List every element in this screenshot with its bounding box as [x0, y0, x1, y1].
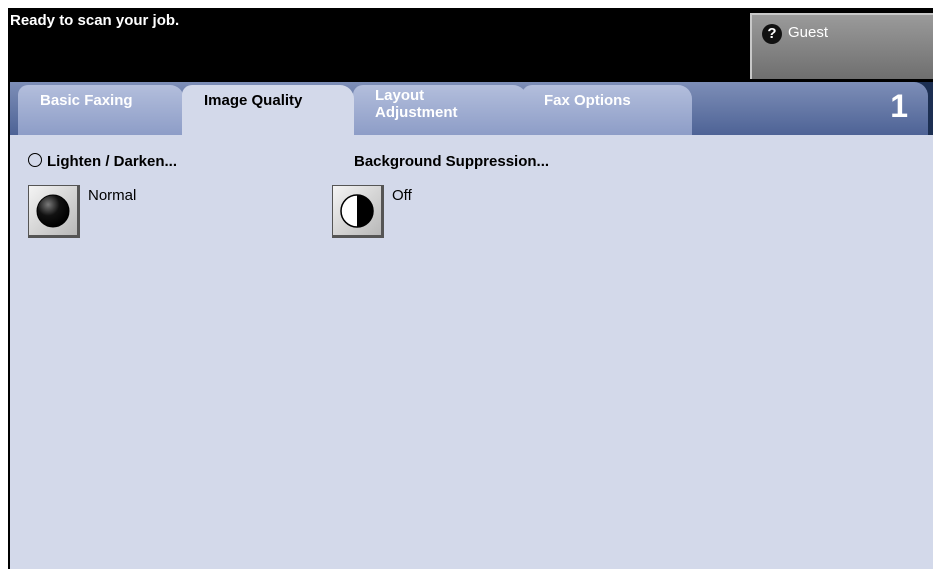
- guest-label: Guest: [788, 24, 829, 41]
- lighten-darken-value: Normal: [88, 187, 137, 204]
- background-suppression-button[interactable]: [332, 185, 384, 238]
- tab-label: Image Quality: [204, 92, 303, 109]
- page-number: 1: [890, 88, 908, 124]
- device-screen: Ready to scan your job. ? Guest Basic Fa…: [8, 8, 933, 569]
- tab-label: Layout Adjustment: [375, 87, 458, 121]
- lighten-darken-button[interactable]: [28, 185, 80, 238]
- tab-fax-options[interactable]: Fax Options: [522, 85, 692, 135]
- tab-image-quality[interactable]: Image Quality: [182, 85, 354, 135]
- tab-strip: Basic Faxing Fax Options Layout Adjustme…: [10, 82, 928, 135]
- background-suppression-title[interactable]: Background Suppression...: [354, 153, 549, 170]
- lighten-darken-icon: [36, 194, 70, 228]
- lighten-darken-title[interactable]: Lighten / Darken...: [28, 153, 177, 170]
- background-suppression-value: Off: [392, 187, 412, 204]
- help-icon: ?: [762, 24, 782, 44]
- tab-bar: Basic Faxing Fax Options Layout Adjustme…: [10, 82, 933, 135]
- tab-label: Basic Faxing: [40, 92, 133, 109]
- lighten-darken-label: Lighten / Darken...: [47, 153, 178, 170]
- status-message: Ready to scan your job.: [10, 12, 180, 29]
- radio-icon: [28, 153, 42, 167]
- tab-layout-adjustment[interactable]: Layout Adjustment: [353, 85, 527, 135]
- tab-basic-faxing[interactable]: Basic Faxing: [18, 85, 184, 135]
- image-quality-panel: Lighten / Darken... Normal Background Su…: [10, 135, 933, 569]
- tab-label: Fax Options: [544, 92, 631, 109]
- guest-login-button[interactable]: ? Guest: [750, 13, 933, 79]
- background-suppression-icon: [340, 194, 374, 228]
